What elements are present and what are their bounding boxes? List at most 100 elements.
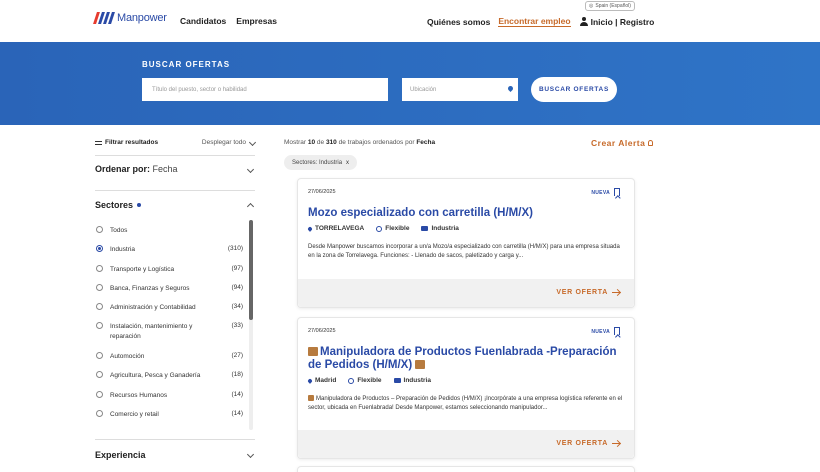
location-placeholder: Ubicación — [410, 86, 437, 93]
briefcase-icon — [393, 378, 401, 383]
close-icon[interactable]: x — [346, 160, 349, 166]
create-alert-button[interactable]: Crear Alerta — [591, 138, 654, 148]
location-pin-icon — [506, 84, 515, 93]
new-badge: NUEVA — [591, 329, 610, 335]
job-card[interactable] — [297, 466, 635, 472]
sector-count: (97) — [231, 265, 243, 272]
new-badge: NUEVA — [591, 190, 610, 196]
radio-icon — [96, 391, 103, 398]
job-description-text: Manipuladora de Productos – Preparación … — [308, 396, 623, 411]
job-schedule: Flexible — [348, 377, 382, 384]
sectors-toggle[interactable]: Sectores — [95, 200, 255, 211]
nav-login[interactable]: Inicio | Registro — [579, 16, 655, 27]
chip-label: Sectores: Industria — [292, 159, 343, 166]
sector-label: Automoción — [110, 353, 145, 360]
briefcase-icon — [421, 226, 429, 231]
nav-quienes-somos[interactable]: Quiénes somos — [427, 17, 490, 27]
job-title[interactable]: Mozo especializado con carretilla (H/M/X… — [308, 207, 618, 220]
sector-label: Todos — [110, 227, 128, 234]
job-card[interactable]: 27/06/2025 NUEVA Mozo especializado con … — [297, 178, 635, 308]
job-card-footer: VER OFERTA — [298, 430, 634, 458]
job-schedule: Flexible — [376, 225, 409, 232]
location-pin-icon — [307, 225, 313, 232]
job-sector: Industria — [393, 377, 431, 384]
active-filter-dot-icon — [137, 203, 142, 207]
user-icon — [579, 16, 589, 27]
sector-label: Recursos Humanos — [110, 392, 168, 399]
bookmark-icon[interactable] — [614, 188, 620, 196]
job-location: Madrid — [307, 377, 336, 384]
clock-icon — [348, 377, 355, 384]
job-sector: Industria — [421, 225, 459, 232]
job-schedule-text: Flexible — [357, 377, 382, 384]
bookmark-icon[interactable] — [614, 327, 620, 335]
chevron-down-icon — [246, 165, 255, 174]
job-description: Desde Manpower buscamos incorporar a un/… — [308, 244, 620, 259]
job-meta: TORRELAVEGA Flexible Industria — [307, 225, 459, 232]
nav-empresas[interactable]: Empresas — [236, 16, 277, 26]
job-card-footer: VER OFERTA — [298, 279, 634, 307]
globe-icon: ◎ — [589, 3, 594, 9]
arrow-right-icon — [612, 443, 620, 444]
results-sorted-by: Fecha — [416, 139, 436, 146]
sectors-scrollbar[interactable] — [249, 220, 253, 430]
nav-encontrar-empleo[interactable]: Encontrar empleo — [498, 16, 571, 27]
divider — [95, 190, 255, 191]
radio-icon — [96, 322, 103, 329]
nav-primary: Candidatos Empresas — [180, 16, 277, 26]
job-title[interactable]: Manipuladora de Productos Fuenlabrada -P… — [308, 346, 618, 372]
results-suffix: de trabajos ordenados por — [338, 139, 415, 146]
chevron-down-icon — [248, 138, 257, 147]
radio-icon — [96, 265, 103, 272]
experience-title: Experiencia — [95, 450, 146, 460]
package-icon — [308, 395, 314, 401]
results-shown: 10 — [307, 139, 316, 146]
sector-count: (33) — [231, 322, 243, 329]
nav-candidatos[interactable]: Candidatos — [180, 16, 226, 26]
filter-label: Filtrar resultados — [105, 139, 159, 146]
logo-text: Manpower — [117, 12, 167, 24]
radio-icon — [96, 410, 103, 417]
create-alert-label: Crear Alerta — [591, 138, 646, 148]
view-offer-label: VER OFERTA — [556, 289, 608, 296]
sector-count: (310) — [227, 245, 243, 252]
sort-label: Ordenar por: — [95, 164, 151, 174]
view-offer-button[interactable]: VER OFERTA — [556, 440, 620, 447]
sector-label: Administración y Contabilidad — [110, 304, 196, 311]
divider — [95, 439, 255, 440]
results-of: de — [316, 139, 325, 146]
results-prefix: Mostrar — [284, 139, 307, 146]
location-input[interactable]: Ubicación — [402, 78, 518, 101]
job-card[interactable]: 27/06/2025 NUEVA Manipuladora de Product… — [297, 317, 635, 459]
radio-icon — [96, 352, 103, 359]
filter-results: Filtrar resultados — [95, 139, 158, 146]
sector-label: Banca, Finanzas y Seguros — [110, 285, 190, 292]
sort-dropdown[interactable]: Ordenar por: Fecha — [95, 164, 255, 174]
radio-icon — [96, 226, 103, 233]
job-description: Manipuladora de Productos – Preparación … — [308, 395, 626, 413]
job-title-text: Manipuladora de Productos Fuenlabrada -P… — [308, 346, 617, 371]
scrollbar-thumb[interactable] — [249, 220, 253, 320]
view-offer-button[interactable]: VER OFERTA — [556, 289, 620, 296]
chevron-down-icon — [246, 450, 255, 459]
job-location-text: TORRELAVEGA — [315, 225, 365, 232]
language-selector[interactable]: ◎ Spain (Español) — [585, 1, 635, 11]
job-search-input[interactable]: Título del puesto, sector o habilidad — [142, 78, 388, 101]
job-location: TORRELAVEGA — [307, 225, 365, 232]
nav-secondary: Quiénes somos Encontrar empleo Inicio | … — [427, 16, 654, 27]
sector-count: (94) — [231, 284, 243, 291]
search-button[interactable]: BUSCAR OFERTAS — [531, 77, 617, 102]
filter-header: Filtrar resultados Desplegar todo — [95, 138, 257, 151]
chevron-up-icon — [246, 202, 255, 211]
experience-toggle[interactable]: Experiencia — [95, 450, 255, 460]
sector-count: (18) — [231, 371, 243, 378]
package-icon — [415, 360, 426, 369]
job-schedule-text: Flexible — [385, 225, 410, 232]
radio-icon — [96, 371, 103, 378]
login-label: Inicio | Registro — [590, 16, 655, 27]
sector-count: (14) — [231, 391, 243, 398]
active-filter-chip[interactable]: Sectores: Industria x — [284, 155, 358, 170]
manpower-logo[interactable]: Manpower — [93, 12, 167, 24]
expand-all-button[interactable]: Desplegar todo — [202, 138, 257, 147]
sector-label: Comercio y retail — [110, 411, 159, 418]
